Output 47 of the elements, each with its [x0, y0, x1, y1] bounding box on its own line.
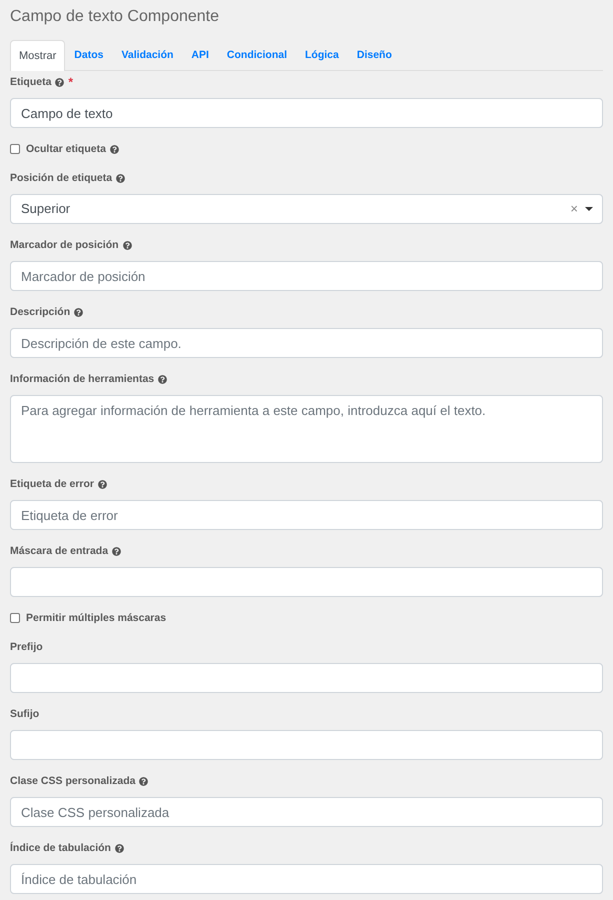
help-icon[interactable]	[98, 480, 108, 488]
field-label: Máscara de entrada	[10, 544, 108, 559]
text-input[interactable]: Marcador de posición	[10, 261, 603, 291]
required-mark: *	[68, 74, 74, 90]
text-input[interactable]: Clase CSS personalizada	[10, 797, 603, 827]
field-label: Posición de etiqueta	[10, 171, 112, 186]
help-icon[interactable]	[110, 144, 119, 154]
field-label: Etiqueta de error	[10, 477, 94, 492]
text-input[interactable]: Índice de tabulación	[10, 864, 603, 894]
text-input[interactable]: Etiqueta de error	[10, 500, 603, 530]
text-input[interactable]: Descripción de este campo.	[10, 328, 603, 358]
field-label: Índice de tabulación	[10, 840, 111, 856]
checkbox[interactable]	[10, 144, 20, 154]
help-icon[interactable]	[116, 174, 126, 182]
field-label: Descripción	[10, 305, 70, 320]
text-input[interactable]	[10, 567, 603, 597]
tab[interactable]: Mostrar	[10, 40, 66, 71]
help-icon[interactable]	[55, 78, 64, 86]
tab[interactable]: Lógica	[296, 40, 348, 71]
field-label: Prefijo	[10, 640, 43, 655]
help-icon[interactable]	[122, 240, 132, 250]
help-icon[interactable]	[114, 844, 124, 852]
field-label: Información de herramientas	[10, 372, 154, 387]
checkbox-label: Permitir múltiples máscaras	[26, 611, 166, 626]
tab[interactable]: API	[182, 40, 218, 71]
clear-button[interactable]: ×	[570, 202, 578, 216]
caret-icon[interactable]	[585, 207, 593, 211]
text-input[interactable]: Campo de texto	[10, 98, 603, 128]
help-icon[interactable]	[139, 776, 148, 786]
text-input[interactable]	[10, 730, 603, 760]
field-label: Marcador de posición	[10, 238, 119, 253]
tab[interactable]: Validación	[112, 40, 182, 71]
text-input[interactable]	[10, 663, 603, 693]
page-title: Campo de texto Componente	[10, 7, 220, 27]
checkbox-label: Ocultar etiqueta	[26, 142, 106, 157]
checkbox[interactable]	[10, 613, 20, 623]
help-icon[interactable]	[74, 308, 84, 316]
field-label: Clase CSS personalizada	[10, 774, 136, 789]
field-label: Etiqueta	[10, 75, 52, 90]
help-icon[interactable]	[158, 374, 168, 384]
tab[interactable]: Diseño	[348, 40, 401, 71]
tab[interactable]: Condicional	[218, 40, 296, 71]
textarea-input[interactable]: Para agregar información de herramienta a este campo, introduzca aquí el texto.	[10, 395, 603, 463]
help-icon[interactable]	[112, 546, 122, 556]
select-field[interactable]: Superior ×	[10, 194, 603, 224]
field-label: Sufijo	[10, 707, 40, 722]
tab[interactable]: Datos	[65, 40, 112, 71]
